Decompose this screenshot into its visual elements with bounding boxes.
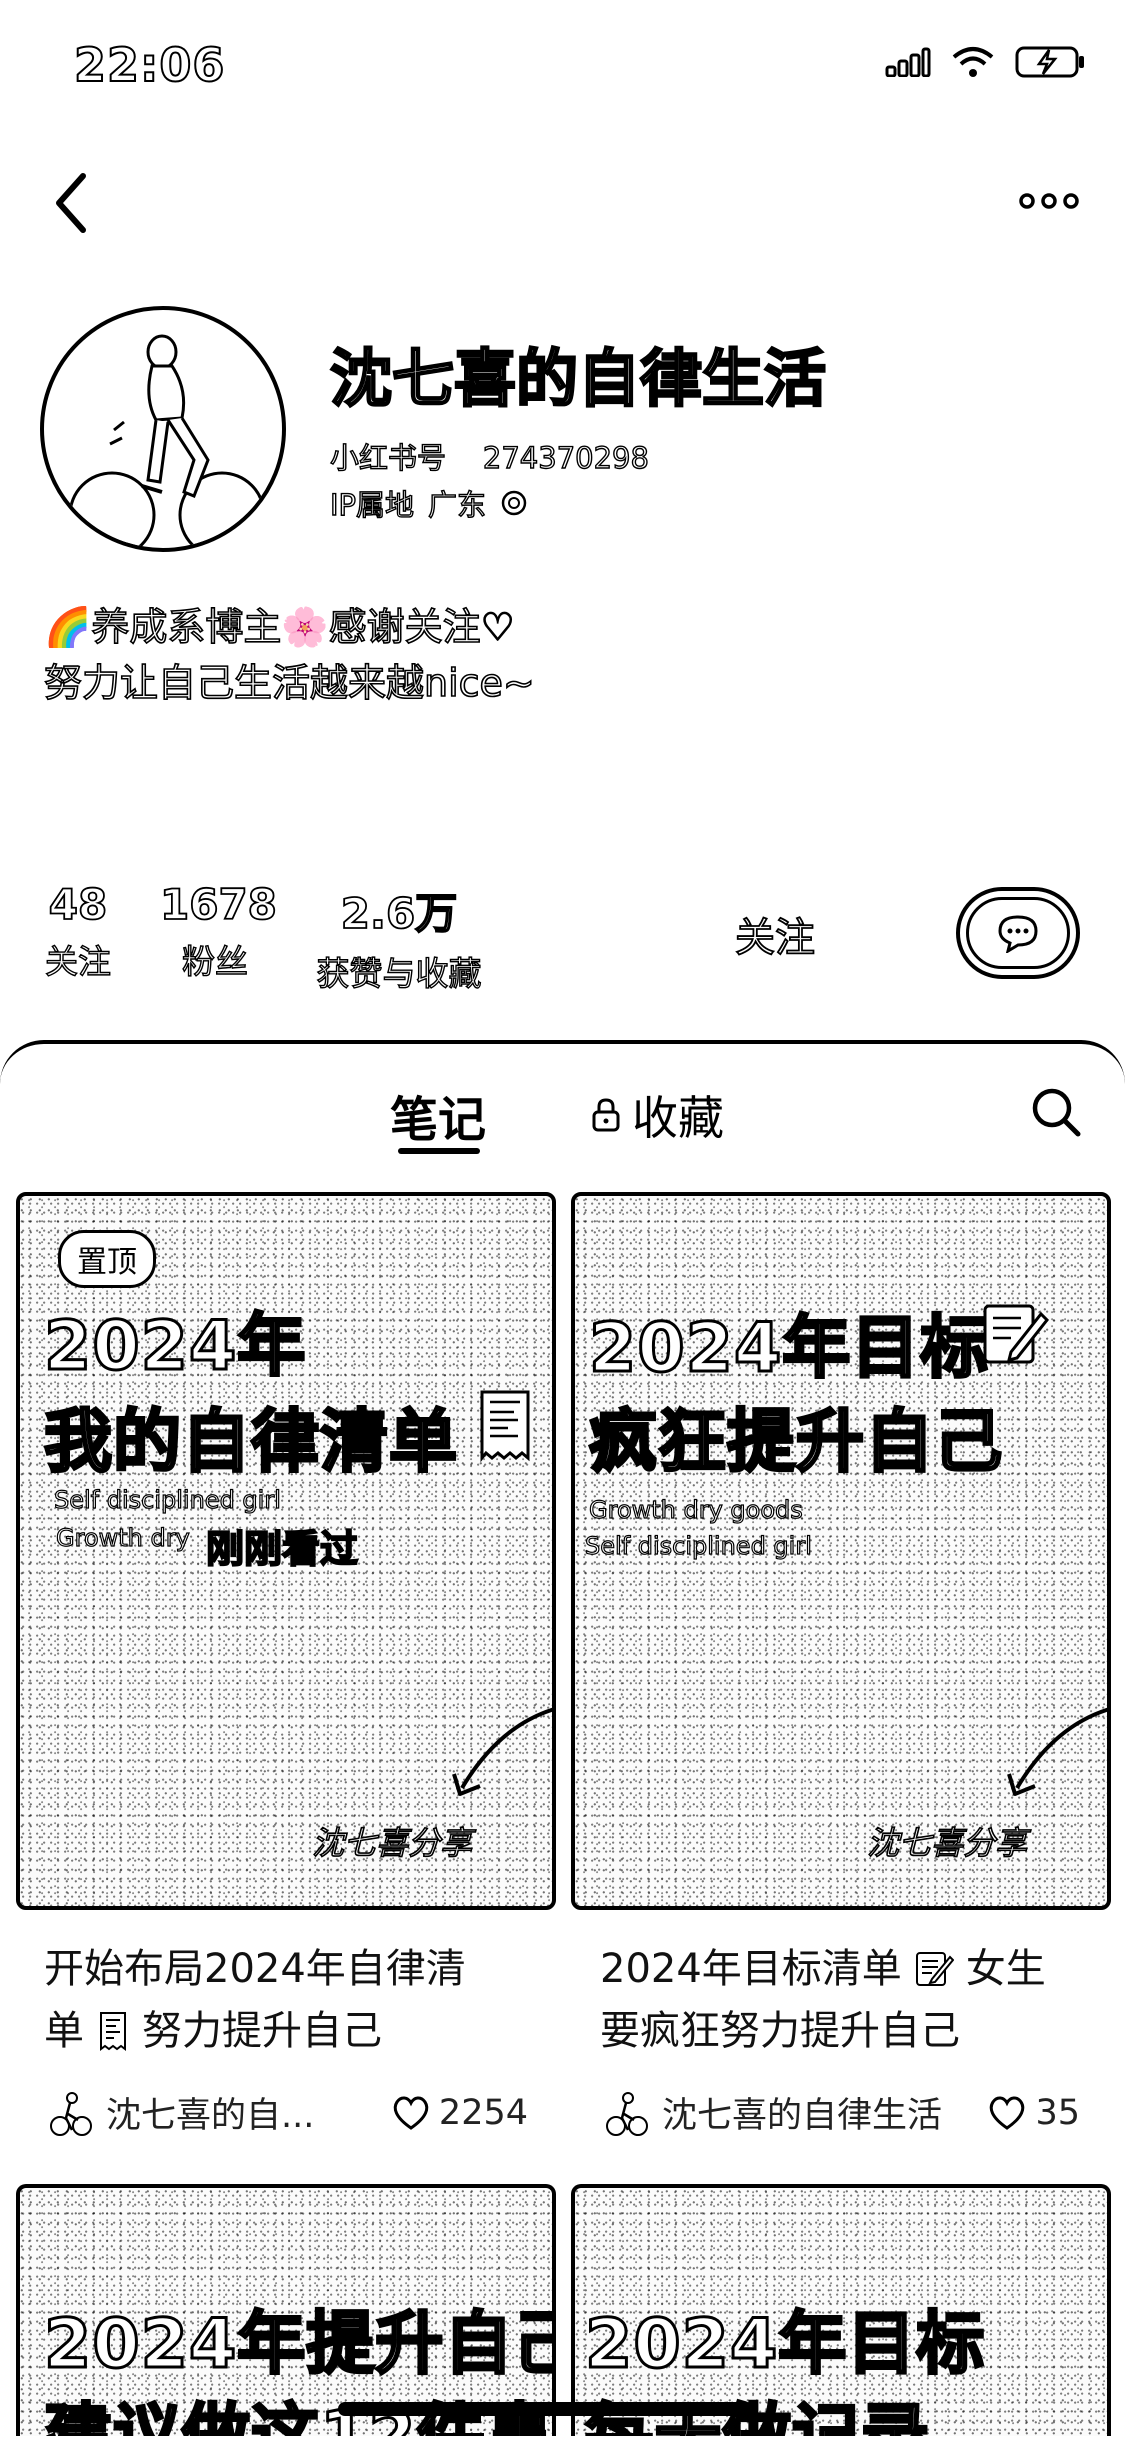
ip-location: IP属地 广东 bbox=[329, 482, 528, 524]
note-title-line2b: 努力提升自己 bbox=[142, 2008, 382, 2054]
stat-label: 粉丝 bbox=[181, 941, 248, 981]
author-avatar-icon[interactable] bbox=[48, 2090, 92, 2136]
bio-line-2: 努力让自己生活越来越nice~ bbox=[43, 660, 535, 706]
message-button[interactable] bbox=[956, 887, 1080, 979]
ip-value: 广东 bbox=[427, 487, 487, 522]
cover-title-line2: 疯狂提升自己 bbox=[587, 1402, 1004, 1484]
ip-label: IP属地 bbox=[329, 487, 415, 522]
pinned-badge: 置顶 bbox=[58, 1230, 156, 1288]
pencil-note-icon bbox=[983, 1304, 1049, 1364]
tab-active-indicator bbox=[398, 1148, 480, 1154]
search-icon bbox=[1032, 1088, 1081, 1137]
note-footer-2: 沈七喜的自律生活 35 bbox=[604, 2087, 1080, 2138]
note-author[interactable]: 沈七喜的自律生活 bbox=[662, 2087, 987, 2138]
note-title-2[interactable]: 2024年目标清单 女生 要疯狂努力提升自己 bbox=[600, 1938, 1100, 2062]
cover-subtitle-1: Self disciplined girl bbox=[53, 1485, 281, 1514]
profile-name: 沈七喜的自律生活 bbox=[329, 341, 828, 417]
signal-icon bbox=[885, 47, 931, 77]
avatar-illustration bbox=[68, 334, 266, 548]
cover-signature: 沈七喜分享 bbox=[866, 1823, 1028, 1863]
note-title-line1a: 2024年目标清单 bbox=[600, 1946, 902, 1992]
heart-icon bbox=[393, 2096, 429, 2130]
stat-likes-collections[interactable]: 2.6万 获赞与收藏 bbox=[306, 880, 492, 995]
like-count: 2254 bbox=[438, 2092, 528, 2133]
cover-title-line1: 2024年 bbox=[42, 1306, 307, 1388]
stat-followers[interactable]: 1678 粉丝 bbox=[159, 879, 278, 983]
wifi-icon bbox=[952, 47, 994, 77]
receipt-icon bbox=[480, 1390, 530, 1462]
receipt-icon bbox=[100, 2012, 126, 2051]
tab-notes[interactable]: 笔记 bbox=[390, 1080, 486, 1150]
like-button[interactable]: 35 bbox=[987, 2093, 1080, 2133]
cover-subtitle-2: Growth dry bbox=[55, 1523, 190, 1552]
bio-line-1: 🌈养成系博主🌸感谢关注♡ bbox=[43, 604, 515, 650]
avatar[interactable] bbox=[40, 306, 286, 552]
lock-icon bbox=[592, 1098, 620, 1132]
heart-icon bbox=[990, 2096, 1025, 2130]
cover-subtitle-1: Growth dry goods bbox=[588, 1495, 803, 1524]
like-button[interactable]: 2254 bbox=[391, 2093, 528, 2133]
back-button[interactable] bbox=[46, 168, 96, 238]
recently-viewed-label: 刚刚看过 bbox=[205, 1526, 359, 1572]
note-footer-1: 沈七喜的自... 2254 bbox=[48, 2087, 528, 2138]
pencil-note-icon bbox=[915, 1952, 954, 1986]
note-cover-1[interactable]: 置顶 2024年 我的自律清单 Self disciplined girl Gr… bbox=[16, 1192, 556, 1910]
note-cover-2[interactable]: 2024年目标 疯狂提升自己 Growth dry goods Self dis… bbox=[571, 1192, 1111, 1910]
author-avatar-icon[interactable] bbox=[604, 2090, 648, 2136]
cover-title-line1: 2024年目标 bbox=[587, 1308, 990, 1390]
tab-favorites[interactable]: 收藏 bbox=[590, 1082, 724, 1148]
home-indicator bbox=[338, 2402, 754, 2416]
search-button[interactable] bbox=[1028, 1084, 1084, 1140]
xhs-id-value: 274370298 bbox=[482, 440, 649, 475]
chevron-left-icon bbox=[56, 173, 86, 233]
xhs-id-label: 小红书号 bbox=[329, 440, 447, 475]
like-count: 35 bbox=[1035, 2092, 1080, 2133]
stat-value: 48 bbox=[48, 879, 108, 930]
note-title-line2: 要疯狂努力提升自己 bbox=[600, 2008, 960, 2054]
arrow-doodle bbox=[452, 1707, 552, 1796]
cover-title-line2: 我的自律清单 bbox=[42, 1402, 459, 1484]
more-dots-icon bbox=[1019, 193, 1079, 209]
note-title-1[interactable]: 开始布局2024年自律清 单 努力提升自己 bbox=[44, 1938, 534, 2062]
note-title-line1: 开始布局2024年自律清 bbox=[44, 1946, 466, 1992]
arrow-doodle bbox=[1007, 1707, 1107, 1796]
note-title-line1b: 女生 bbox=[965, 1946, 1046, 1992]
note-cover-4[interactable]: 2024年目标 每天做记录 bbox=[571, 2184, 1111, 2436]
stat-label: 获赞与收藏 bbox=[316, 953, 482, 993]
xhs-id: 小红书号 274370298 bbox=[329, 435, 649, 477]
follow-button[interactable]: 关注 bbox=[700, 905, 850, 963]
status-time: 22:06 bbox=[73, 37, 226, 93]
more-button[interactable] bbox=[1009, 176, 1089, 226]
note-cover-3[interactable]: 2024年提升自己 建议做这12件事 bbox=[16, 2184, 556, 2436]
stat-value: 2.6万 bbox=[340, 888, 458, 939]
stat-value: 1678 bbox=[159, 879, 278, 930]
chat-bubble-icon bbox=[998, 915, 1038, 953]
status-icons bbox=[885, 45, 1085, 79]
stat-following[interactable]: 48 关注 bbox=[38, 879, 118, 983]
battery-charging-icon bbox=[1015, 46, 1084, 78]
cover-title-line1: 2024年提升自己 bbox=[42, 2304, 556, 2386]
note-title-line2a: 单 bbox=[44, 2008, 84, 2054]
cover-signature: 沈七喜分享 bbox=[311, 1823, 473, 1863]
cover-title-line1: 2024年目标 bbox=[583, 2304, 986, 2386]
cover-subtitle-2: Self disciplined girl bbox=[584, 1531, 812, 1560]
gender-icon bbox=[501, 490, 527, 516]
stat-label: 关注 bbox=[44, 941, 111, 981]
tab-favorites-label: 收藏 bbox=[632, 1091, 724, 1145]
note-author[interactable]: 沈七喜的自... bbox=[106, 2087, 391, 2138]
